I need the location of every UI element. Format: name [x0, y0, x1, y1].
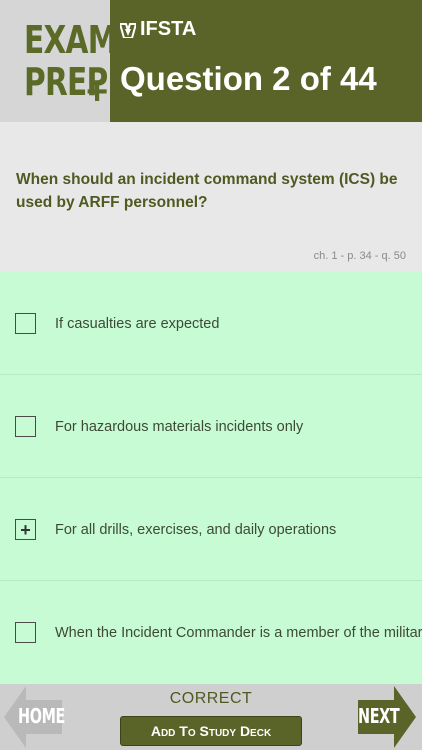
answer-checkbox[interactable] [15, 622, 36, 643]
question-text: When should an incident command system (… [16, 171, 398, 211]
title-bar: IFSTA Question 2 of 44 [110, 0, 422, 122]
answer-checkbox-selected[interactable]: + [15, 519, 36, 540]
answer-label: If casualties are expected [55, 316, 220, 332]
answer-option-1[interactable]: If casualties are expected [0, 272, 422, 375]
answer-option-4[interactable]: When the Incident Commander is a member … [0, 581, 422, 684]
ifsta-mark-icon [120, 22, 136, 38]
answer-checkbox[interactable] [15, 416, 36, 437]
answer-list: If casualties are expected For hazardous… [0, 272, 422, 684]
answer-checkbox[interactable] [15, 313, 36, 334]
question-reference: ch. 1 - p. 34 - q. 50 [313, 250, 406, 262]
next-label: NEXT [358, 704, 400, 728]
answer-label: For hazardous materials incidents only [55, 419, 304, 435]
question-counter: Question 2 of 44 [120, 60, 377, 97]
answer-label: For all drills, exercises, and daily ope… [55, 522, 337, 538]
question-area: When should an incident command system (… [0, 122, 422, 272]
exam-prep-logo: EXAM PREP + [0, 0, 117, 122]
logo-text: IFSTA [140, 18, 197, 40]
answer-option-3[interactable]: + For all drills, exercises, and daily o… [0, 478, 422, 581]
answer-option-2[interactable]: For hazardous materials incidents only [0, 375, 422, 478]
answer-label: When the Incident Commander is a member … [55, 625, 422, 641]
brand-plus-sign: + [86, 71, 109, 113]
footer-bar: HOME CORRECT Add To Study Deck NEXT [0, 684, 422, 750]
ifsta-logo: IFSTA [120, 18, 196, 41]
brand-line-exam: EXAM [24, 18, 117, 62]
add-to-study-deck-button[interactable]: Add To Study Deck [120, 716, 302, 746]
header: EXAM PREP + IFSTA Question 2 of 44 [0, 0, 422, 122]
